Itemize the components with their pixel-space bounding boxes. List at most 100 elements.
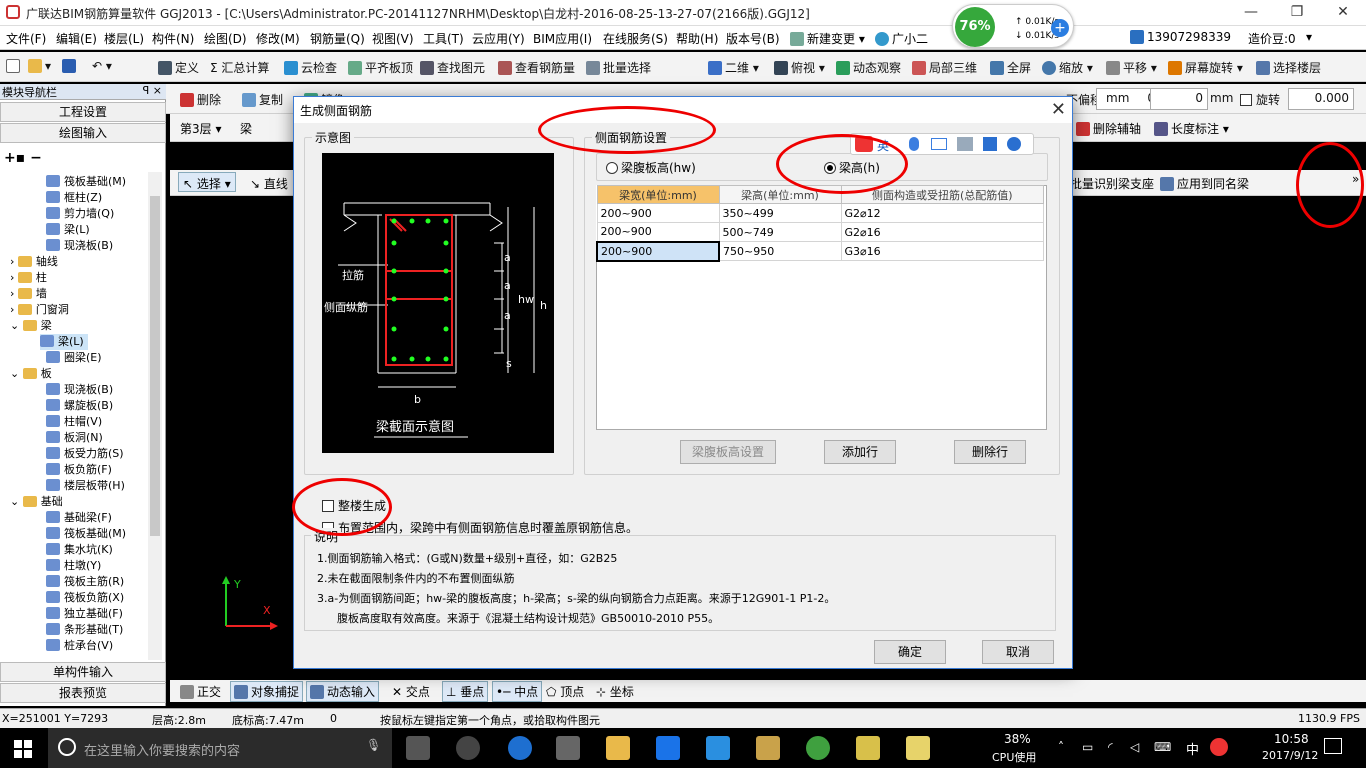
tree-folder[interactable]: › 轴线	[10, 254, 58, 270]
find-element-button[interactable]: 查找图元	[420, 59, 485, 76]
beans-dropdown[interactable]: ▾	[1306, 30, 1312, 44]
tree-item[interactable]: 现浇板(B)	[46, 382, 113, 398]
browser-icon[interactable]	[456, 736, 480, 760]
col-beam-width[interactable]: 梁宽(单位:mm)	[596, 185, 720, 204]
ime-settings-icon[interactable]	[1007, 137, 1021, 151]
close-window-button[interactable]: ✕	[1320, 0, 1366, 26]
dynamic-input-toggle[interactable]: 动态输入	[306, 681, 380, 702]
cell-beam-height[interactable]: 500~749	[718, 222, 842, 242]
windows-start-icon[interactable]	[14, 740, 32, 758]
cell-beam-width[interactable]: 200~900	[596, 203, 720, 223]
select-button[interactable]: ↖ 选择 ▾	[178, 172, 236, 192]
menu-online[interactable]: 在线服务(S)	[603, 30, 668, 47]
cell-beam-height[interactable]: 750~950	[718, 241, 842, 261]
tree-folder[interactable]: ⌄ 梁	[10, 318, 52, 334]
menu-tools[interactable]: 工具(T)	[423, 30, 464, 47]
tree-expand-collapse[interactable]: +▪ −	[4, 150, 42, 166]
menu-guangxiaoer[interactable]: 广小二	[875, 30, 928, 47]
report-preview-button[interactable]: 报表预览	[0, 683, 166, 703]
glodon-app-icon[interactable]	[656, 736, 680, 760]
new-file-icon[interactable]	[6, 59, 23, 73]
menu-help[interactable]: 帮助(H)	[676, 30, 718, 47]
store-icon[interactable]	[556, 736, 580, 760]
copy-button[interactable]: 复制	[242, 91, 283, 108]
help-app-icon[interactable]	[906, 736, 930, 760]
delete-button[interactable]: 删除	[180, 91, 221, 108]
menu-modify[interactable]: 修改(M)	[256, 30, 300, 47]
intersection-snap[interactable]: ✕ 交点	[392, 683, 430, 700]
menu-cloud[interactable]: 云应用(Y)	[472, 30, 525, 47]
tree-item[interactable]: 筏板主筋(R)	[46, 574, 124, 590]
ime-indicator[interactable]: 中	[1186, 739, 1199, 758]
menu-floor[interactable]: 楼层(L)	[104, 30, 144, 47]
web-height-settings-button[interactable]: 梁腹板高设置	[680, 440, 776, 464]
delete-row-button[interactable]: 删除行	[954, 440, 1026, 464]
notification-icon[interactable]	[1324, 738, 1342, 754]
tree-folder[interactable]: ⌄ 板	[10, 366, 52, 382]
ime-keyboard-icon[interactable]	[931, 138, 947, 150]
tree-item[interactable]: 条形基础(T)	[46, 622, 123, 638]
tree-item[interactable]: 现浇板(B)	[46, 238, 113, 254]
align-slab-top-button[interactable]: 平齐板顶	[348, 59, 413, 76]
wifi-icon[interactable]: ◜	[1108, 740, 1113, 754]
batch-identify-supports-button[interactable]: 批量识别梁支座	[1070, 175, 1154, 192]
sogou-icon[interactable]	[1210, 738, 1228, 756]
cell-beam-width-active[interactable]: 200~900	[596, 240, 720, 262]
tree-item[interactable]: 板受力筋(S)	[46, 446, 124, 462]
edge-icon[interactable]	[508, 736, 532, 760]
rotate-checkbox[interactable]: 旋转	[1240, 91, 1280, 108]
summarize-button[interactable]: Σ 汇总计算	[210, 59, 269, 76]
object-snap-toggle[interactable]: 对象捕捉	[230, 681, 304, 702]
dialog-close-button[interactable]: ✕	[1051, 99, 1066, 120]
screen-rotate-button[interactable]: 屏幕旋转 ▾	[1168, 59, 1243, 76]
table-row[interactable]: 200~900 350~499 G2⌀12	[596, 203, 1044, 223]
tree-item[interactable]: 基础梁(F)	[46, 510, 112, 526]
tree-scrollbar-thumb[interactable]	[150, 196, 160, 536]
tree-folder[interactable]: › 柱	[10, 270, 47, 286]
delete-axis-button[interactable]: 删除辅轴	[1076, 120, 1141, 137]
tree-item[interactable]: 梁(L)	[46, 222, 90, 238]
tree-folder[interactable]: › 门窗洞	[10, 302, 69, 318]
pan-button[interactable]: 平移 ▾	[1106, 59, 1157, 76]
menu-new-change[interactable]: 新建变更 ▾	[790, 30, 865, 47]
tree-folder[interactable]: ⌄ 基础	[10, 494, 63, 510]
tree-item[interactable]: 框柱(Z)	[46, 190, 102, 206]
2d-view-button[interactable]: 二维 ▾	[708, 59, 759, 76]
cell-beam-height[interactable]: 350~499	[718, 203, 842, 223]
tree-item[interactable]: 集水坑(K)	[46, 542, 113, 558]
menu-view[interactable]: 视图(V)	[372, 30, 414, 47]
tree-item[interactable]: 柱帽(V)	[46, 414, 102, 430]
table-row[interactable]: 200~900 500~749 G2⌀16	[596, 222, 1044, 242]
tree-item[interactable]: 筏板基础(M)	[46, 174, 126, 190]
ime-user-icon[interactable]	[957, 137, 973, 151]
file-explorer-icon[interactable]	[606, 736, 630, 760]
cell-beam-width[interactable]: 200~900	[596, 222, 720, 242]
undo-icon[interactable]: ↶ ▾	[92, 59, 112, 73]
floor-select[interactable]: 第3层 ▾	[180, 120, 221, 137]
menu-component[interactable]: 构件(N)	[152, 30, 194, 47]
drawing-input-button[interactable]: 绘图输入	[0, 123, 166, 143]
microphone-icon[interactable]: 🎙	[366, 738, 381, 752]
single-input-button[interactable]: 单构件输入	[0, 662, 166, 682]
vertex-snap[interactable]: ⬠ 顶点	[546, 683, 584, 700]
dynamic-observe-button[interactable]: 动态观察	[836, 59, 901, 76]
batch-select-button[interactable]: 批量选择	[586, 59, 651, 76]
offset-y-input[interactable]: 0	[1150, 88, 1208, 110]
cell-side-rebar[interactable]: G2⌀16	[840, 222, 1044, 242]
rotate-angle-input[interactable]: 0.000	[1288, 88, 1354, 110]
apply-same-name-beam-button[interactable]: 应用到同名梁	[1160, 175, 1249, 192]
green-app-icon[interactable]	[806, 736, 830, 760]
ok-button[interactable]: 确定	[874, 640, 946, 664]
cell-side-rebar[interactable]: G3⌀16	[840, 241, 1044, 261]
tree-item[interactable]: 板洞(N)	[46, 430, 103, 446]
task-view-icon[interactable]	[406, 736, 430, 760]
component-type-select[interactable]: 梁	[240, 120, 252, 137]
notes-app-icon[interactable]	[756, 736, 780, 760]
zoom-button[interactable]: 缩放 ▾	[1042, 59, 1093, 76]
open-folder-icon[interactable]: ▾	[28, 59, 51, 73]
local-3d-button[interactable]: 局部三维	[912, 59, 977, 76]
ortho-toggle[interactable]: 正交	[180, 683, 221, 700]
tree-item-selected[interactable]: 梁(L)	[40, 334, 88, 350]
tree-item[interactable]: 圈梁(E)	[46, 350, 102, 366]
menu-draw[interactable]: 绘图(D)	[204, 30, 247, 47]
